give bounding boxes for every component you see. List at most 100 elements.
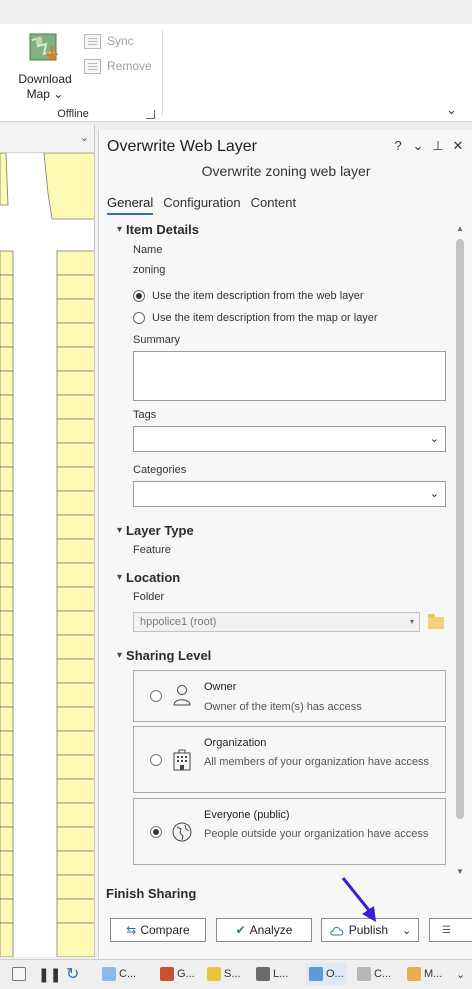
parcel	[0, 466, 14, 492]
help-icon[interactable]: ?	[392, 138, 404, 154]
summary-input[interactable]	[133, 351, 446, 401]
parcel	[56, 418, 94, 444]
scroll-up-icon[interactable]: ▲	[454, 223, 466, 235]
folder-select[interactable]: hppolice1 (root) ▾	[133, 612, 420, 632]
pane-options-icon[interactable]: ⌄	[412, 138, 424, 154]
bottom-tab-symbology[interactable]: S...	[207, 963, 241, 985]
radio-button[interactable]	[150, 690, 162, 702]
parcel	[0, 153, 9, 206]
pane-scrollbar[interactable]: ▲ ▼	[454, 223, 466, 878]
checkmark-icon: ✔	[235, 923, 246, 937]
bottom-tab-modify[interactable]: M...	[407, 963, 442, 985]
parcel	[0, 586, 14, 612]
map-canvas[interactable]	[0, 153, 95, 957]
parcel	[0, 658, 14, 684]
parcel	[56, 346, 94, 372]
parcel	[0, 274, 14, 300]
symbology-icon	[207, 967, 221, 981]
chevron-down-icon[interactable]: ⌄	[430, 432, 439, 445]
bottom-tab-locate[interactable]: L...	[256, 963, 288, 985]
parcel	[56, 850, 94, 876]
radio-map-layer-description[interactable]: Use the item description from the map or…	[133, 312, 378, 324]
parcel	[0, 514, 14, 540]
chevron-down-icon[interactable]: ⌄	[402, 924, 411, 937]
chevron-down-icon[interactable]: ⌄	[430, 487, 439, 500]
overwrite-web-layer-pane: Overwrite Web Layer ? ⌄ ⊥ ✕ Overwrite zo…	[98, 130, 472, 959]
compare-button[interactable]: ⇆ Compare	[110, 918, 206, 942]
bottom-tab-contents[interactable]: C...	[357, 963, 391, 985]
categories-input[interactable]: ⌄	[133, 481, 446, 507]
sync-button[interactable]: Sync	[84, 30, 134, 52]
chevron-down-icon[interactable]: ▾	[410, 617, 414, 626]
tags-input[interactable]: ⌄	[133, 426, 446, 452]
radio-button[interactable]	[133, 290, 145, 302]
chevron-down-icon[interactable]: ⌄	[456, 963, 465, 985]
refresh-icon[interactable]: ↻	[66, 963, 79, 985]
parcel	[0, 610, 14, 636]
parcel	[56, 274, 94, 300]
parcel	[56, 706, 94, 732]
parcel	[0, 778, 14, 804]
scroll-down-icon[interactable]: ▼	[454, 866, 466, 878]
ribbon-collapse-icon[interactable]: ⌄	[446, 102, 460, 117]
parcel	[56, 730, 94, 756]
remove-button[interactable]: Remove	[84, 55, 152, 77]
remove-label: Remove	[107, 59, 152, 73]
summary-label: Summary	[133, 334, 181, 346]
bottom-tab-catalog[interactable]: C...	[102, 963, 136, 985]
browse-folder-icon[interactable]	[428, 614, 444, 629]
radio-button[interactable]	[150, 826, 162, 838]
parcel	[56, 874, 94, 900]
radio-button[interactable]	[150, 754, 162, 766]
sharing-option-owner[interactable]: Owner Owner of the item(s) has access	[133, 670, 446, 722]
analyze-button[interactable]: ✔ Analyze	[216, 918, 312, 942]
parcel	[0, 922, 14, 957]
list-icon: ☰	[442, 924, 451, 936]
parcel	[0, 370, 14, 396]
parcel	[0, 490, 14, 516]
bottom-tab-overwrite[interactable]: O...	[306, 963, 347, 985]
pin-icon[interactable]: ⊥	[432, 138, 444, 154]
annotation-arrow-icon	[341, 877, 376, 922]
parcel	[56, 658, 94, 684]
parcel	[0, 898, 14, 924]
parcel	[56, 634, 94, 660]
parcel	[0, 250, 14, 276]
parcel	[0, 802, 14, 828]
radio-button[interactable]	[133, 312, 145, 324]
parcel	[0, 826, 14, 852]
item-details-header[interactable]: ▾ Item Details	[117, 222, 199, 237]
parcel	[56, 514, 94, 540]
sharing-level-header[interactable]: ▾ Sharing Level	[117, 648, 211, 663]
pause-icon[interactable]: ❚❚	[38, 963, 61, 985]
bottom-tab-geoprocessing[interactable]: G...	[160, 963, 195, 985]
general-tab-content: ▾ Item Details Name zoning Use the item …	[99, 220, 457, 870]
parcel	[0, 346, 14, 372]
dialog-launcher-icon[interactable]	[146, 110, 155, 119]
radio-web-layer-description[interactable]: Use the item description from the web la…	[133, 290, 364, 302]
tab-configuration[interactable]: Configuration	[163, 195, 240, 215]
scrollbar-thumb[interactable]	[456, 239, 464, 819]
map-view[interactable]: ⌄	[0, 125, 95, 957]
location-header[interactable]: ▾ Location	[117, 570, 180, 585]
layer-type-header[interactable]: ▾ Layer Type	[117, 523, 194, 538]
chevron-down-icon[interactable]: ⌄	[80, 131, 89, 144]
close-icon[interactable]: ✕	[452, 138, 464, 154]
parcel	[56, 754, 94, 780]
tab-content[interactable]: Content	[251, 195, 297, 215]
parcel	[0, 298, 14, 324]
download-map-button[interactable]: Download Map ⌄	[12, 30, 78, 116]
more-actions-button[interactable]: ☰	[429, 918, 472, 942]
parcel	[56, 802, 94, 828]
ribbon-top-strip	[0, 0, 472, 24]
parcel	[0, 730, 14, 756]
sharing-option-organization[interactable]: Organization All members of your organiz…	[133, 726, 446, 793]
share-cloud-icon	[309, 967, 323, 981]
chevron-down-icon: ▾	[117, 224, 123, 235]
parcel	[56, 394, 94, 420]
map-frame-icon[interactable]	[12, 963, 29, 985]
sharing-option-everyone[interactable]: Everyone (public) People outside your or…	[133, 798, 446, 865]
parcel	[56, 682, 94, 708]
tab-general[interactable]: General	[107, 195, 154, 215]
building-icon	[173, 749, 191, 771]
